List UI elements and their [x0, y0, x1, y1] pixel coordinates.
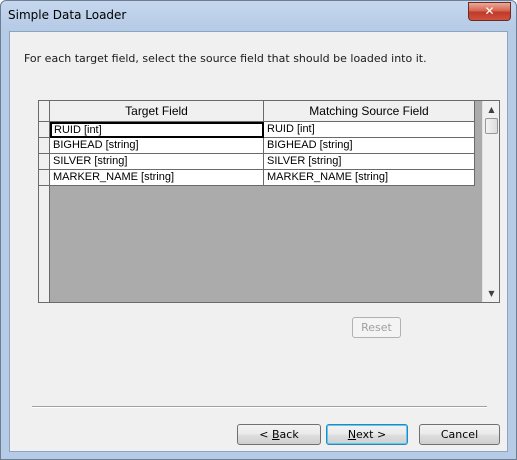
- row-header-gutter: [39, 186, 50, 302]
- scroll-down-arrow-icon[interactable]: ▼: [483, 285, 500, 302]
- target-field-cell[interactable]: MARKER_NAME [string]: [50, 170, 264, 186]
- back-label: ack: [279, 428, 299, 441]
- table-row[interactable]: BIGHEAD [string] BIGHEAD [string]: [39, 138, 482, 154]
- source-field-cell[interactable]: MARKER_NAME [string]: [264, 170, 475, 186]
- row-header[interactable]: [39, 170, 50, 186]
- reset-button[interactable]: Reset: [352, 317, 401, 338]
- dialog-body: For each target field, select the source…: [9, 31, 508, 452]
- grid-header-row: Target Field Matching Source Field: [39, 101, 482, 122]
- title-bar[interactable]: Simple Data Loader ✕: [1, 1, 516, 31]
- next-label: ext >: [356, 428, 387, 441]
- row-header[interactable]: [39, 154, 50, 170]
- footer-separator: [32, 406, 487, 408]
- source-field-cell[interactable]: SILVER [string]: [264, 154, 475, 170]
- back-accesskey: B: [272, 428, 280, 441]
- dialog-window: Simple Data Loader ✕ For each target fie…: [0, 0, 517, 460]
- target-field-cell[interactable]: RUID [int]: [50, 122, 264, 138]
- next-button[interactable]: Next >: [326, 424, 408, 445]
- instruction-text: For each target field, select the source…: [24, 52, 427, 65]
- table-row[interactable]: SILVER [string] SILVER [string]: [39, 154, 482, 170]
- source-field-cell[interactable]: RUID [int]: [264, 122, 475, 138]
- row-header[interactable]: [39, 138, 50, 154]
- close-button[interactable]: ✕: [468, 2, 511, 21]
- vertical-scrollbar[interactable]: ▲ ▼: [482, 101, 499, 302]
- row-header[interactable]: [39, 122, 50, 138]
- field-mapping-grid[interactable]: Target Field Matching Source Field RUID …: [38, 100, 500, 303]
- close-icon: ✕: [484, 4, 495, 18]
- source-field-cell[interactable]: BIGHEAD [string]: [264, 138, 475, 154]
- back-button[interactable]: < Back: [237, 424, 321, 445]
- table-row[interactable]: RUID [int] RUID [int]: [39, 122, 482, 138]
- cancel-button[interactable]: Cancel: [419, 424, 500, 445]
- target-field-cell[interactable]: BIGHEAD [string]: [50, 138, 264, 154]
- window-title: Simple Data Loader: [8, 8, 127, 22]
- grid-content: Target Field Matching Source Field RUID …: [39, 101, 482, 302]
- column-header-target-field[interactable]: Target Field: [50, 101, 264, 122]
- column-header-matching-source-field[interactable]: Matching Source Field: [264, 101, 475, 122]
- target-field-cell[interactable]: SILVER [string]: [50, 154, 264, 170]
- scroll-thumb[interactable]: [485, 118, 498, 134]
- scroll-up-arrow-icon[interactable]: ▲: [483, 101, 500, 118]
- back-prefix: <: [259, 428, 272, 441]
- corner-cell: [39, 101, 50, 122]
- next-accesskey: N: [347, 428, 357, 441]
- table-row[interactable]: MARKER_NAME [string] MARKER_NAME [string…: [39, 170, 482, 186]
